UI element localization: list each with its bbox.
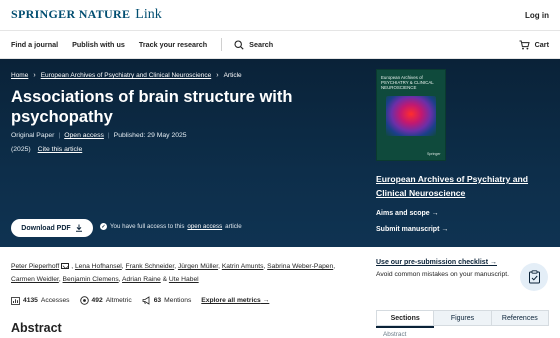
accesses-metric: 4135 Accesses (11, 296, 70, 305)
search-icon (234, 39, 244, 50)
access-note-link[interactable]: open access (187, 223, 222, 230)
access-note-suffix: article (225, 223, 242, 230)
aims-scope-label: Aims and scope (376, 210, 430, 217)
author-list: Peter Pieperhoff, Lena Hofhansel, Frank … (11, 263, 336, 283)
search-button[interactable]: Search (234, 39, 274, 50)
breadcrumb: Home › European Archives of Psychiatry a… (11, 72, 242, 79)
checklist-title: Use our pre-submission checklist (376, 259, 489, 266)
nav-publish[interactable]: Publish with us (72, 40, 125, 49)
author-link[interactable]: Sabrina Weber-Papen (267, 263, 333, 270)
access-note: ✓ You have full access to this open acce… (100, 223, 242, 230)
meta-divider: | (107, 132, 110, 139)
top-bar: SPRINGER NATURE Link Log in (0, 0, 560, 30)
author-link[interactable]: Jürgen Müller (178, 263, 218, 270)
submit-manuscript-label: Submit manuscript (376, 226, 440, 233)
article-title: Associations of brain structure with psy… (11, 88, 293, 126)
author-link[interactable]: Katrin Amunts (222, 263, 264, 270)
arrow-right-icon: → (431, 210, 439, 217)
explore-metrics-link[interactable]: Explore all metrics → (201, 297, 269, 304)
mentions-metric: 63 Mentions (142, 296, 192, 305)
cite-article-link[interactable]: Cite this article (38, 146, 83, 153)
mentions-count: 63 (153, 297, 162, 304)
author-link[interactable]: Ute Habel (169, 276, 199, 283)
breadcrumb-journal[interactable]: European Archives of Psychiatry and Clin… (41, 72, 212, 79)
author-link[interactable]: Carmen Weidler (11, 276, 59, 283)
springer-link-logo[interactable]: SPRINGER NATURE Link (11, 7, 162, 23)
cover-publisher: Springer (427, 152, 441, 156)
abstract-heading: Abstract (11, 321, 62, 335)
accesses-label: Accesses (40, 297, 70, 304)
explore-metrics-label: Explore all metrics (201, 297, 261, 304)
brand-secondary: Link (135, 7, 162, 22)
cover-brain-image (386, 96, 436, 136)
megaphone-icon (142, 296, 150, 305)
download-pdf-button[interactable]: Download PDF (11, 219, 93, 237)
bar-chart-icon (11, 296, 20, 305)
nav-track-research[interactable]: Track your research (139, 40, 207, 49)
tab-references[interactable]: References (490, 311, 548, 325)
article-meta: Original Paper | Open access | Published… (11, 132, 187, 139)
nav-divider (221, 38, 223, 51)
search-label: Search (249, 40, 274, 49)
author-link[interactable]: Benjamin Clemens (63, 276, 119, 283)
author-link[interactable]: Frank Schneider (126, 263, 175, 270)
login-link[interactable]: Log in (525, 11, 549, 20)
author-link[interactable]: Adrian Raine (122, 276, 161, 283)
cart-label: Cart (534, 40, 549, 49)
altmetric-metric: 492 Altmetric (79, 296, 132, 305)
section-link-abstract[interactable]: Abstract (383, 331, 406, 338)
tab-sections[interactable]: Sections (377, 311, 434, 325)
mentions-label: Mentions (164, 297, 192, 304)
arrow-right-icon: → (441, 226, 449, 233)
article-meta-2: (2025) Cite this article (11, 146, 82, 153)
checklist-clipboard-icon (520, 263, 548, 291)
author-link[interactable]: Lena Hofhansel (75, 263, 122, 270)
checklist-link[interactable]: Use our pre-submission checklist → (376, 259, 521, 266)
tab-figures[interactable]: Figures (433, 311, 491, 325)
published-date: Published: 29 May 2025 (113, 132, 187, 139)
check-circle-icon: ✓ (100, 223, 107, 230)
author-link[interactable]: Peter Pieperhoff (11, 263, 59, 270)
nav-find-journal[interactable]: Find a journal (11, 40, 58, 49)
article-hero: Home › European Archives of Psychiatry a… (0, 59, 560, 247)
cover-title: European Archives of PSYCHIATRY & CLINIC… (381, 75, 434, 90)
active-tab-indicator (376, 326, 434, 328)
submit-manuscript-link[interactable]: Submit manuscript → (376, 226, 448, 233)
altmetric-count: 492 (91, 297, 103, 304)
breadcrumb-home[interactable]: Home (11, 72, 28, 79)
pre-submission-checklist: Use our pre-submission checklist → Avoid… (376, 259, 521, 279)
altmetric-label: Altmetric (105, 297, 132, 304)
cart-icon (519, 40, 530, 49)
main-nav: Find a journal Publish with us Track you… (0, 30, 560, 59)
open-access-link[interactable]: Open access (64, 132, 104, 139)
email-icon[interactable] (61, 263, 70, 269)
chevron-right-icon: › (33, 72, 36, 79)
aims-scope-link[interactable]: Aims and scope → (376, 210, 439, 217)
chevron-right-icon: › (216, 72, 219, 79)
checklist-description: Avoid common mistakes on your manuscript… (376, 271, 509, 278)
breadcrumb-current: Article (223, 72, 242, 79)
article-nav-tabs: Sections Figures References (376, 310, 549, 326)
meta-divider: | (58, 132, 61, 139)
altmetric-icon (79, 296, 89, 305)
access-note-prefix: You have full access to this (110, 223, 185, 230)
journal-cover[interactable]: European Archives of PSYCHIATRY & CLINIC… (376, 69, 446, 161)
accesses-count: 4135 (23, 297, 38, 304)
download-icon (75, 224, 82, 232)
article-metrics: 4135 Accesses 492 Altmetric 63 Mentions … (11, 296, 269, 305)
article-year: (2025) (11, 146, 31, 153)
article-type: Original Paper (11, 132, 55, 139)
cart-button[interactable]: Cart (519, 31, 549, 58)
arrow-right-icon: → (490, 259, 497, 266)
journal-name-link[interactable]: European Archives of Psychiatry and Clin… (376, 172, 556, 200)
brand-primary: SPRINGER NATURE (11, 7, 131, 21)
download-label: Download PDF (21, 224, 71, 232)
